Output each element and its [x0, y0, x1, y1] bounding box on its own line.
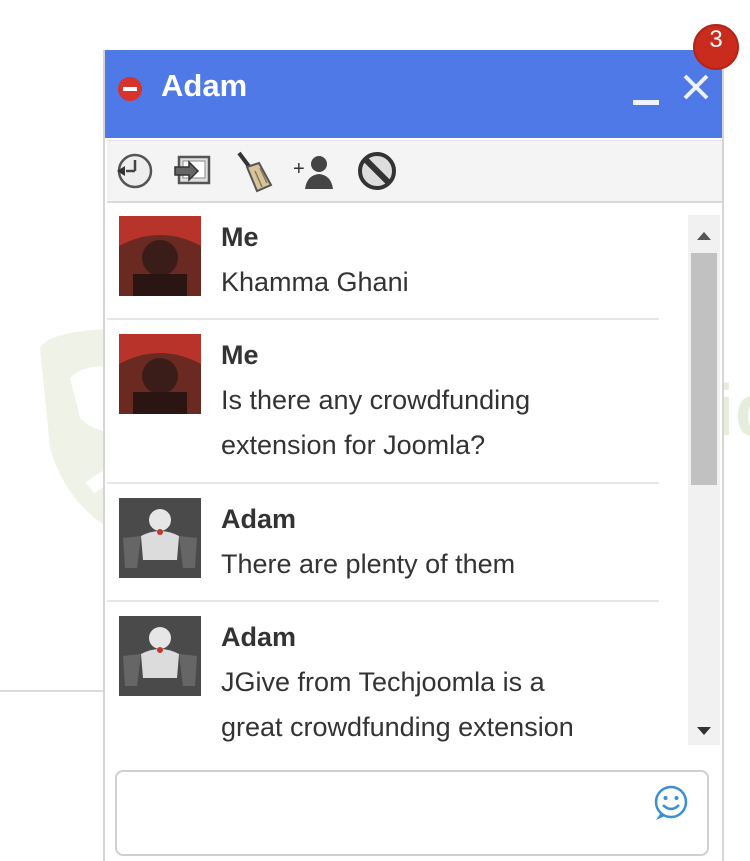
chat-title: Adam	[161, 68, 248, 103]
message-sender: Me	[221, 340, 259, 370]
page-divider	[0, 690, 104, 692]
minimize-button[interactable]	[630, 80, 660, 116]
message-item: Adam JGive from Techjoomla is a great cr…	[107, 602, 659, 747]
clear-broom-icon[interactable]	[231, 149, 275, 193]
chat-toolbar: +	[107, 140, 722, 203]
svg-text:+: +	[293, 158, 305, 180]
history-icon[interactable]	[113, 149, 157, 193]
message-input[interactable]	[125, 778, 639, 848]
contact-avatar	[119, 616, 201, 696]
my-avatar	[119, 216, 201, 296]
message-line: great crowdfunding extension	[221, 712, 574, 742]
message-line: Is there any crowdfunding	[221, 385, 531, 415]
message-item: Me Khamma Ghani	[107, 202, 659, 320]
message-text: JGive from Techjoomla is a great crowdfu…	[221, 660, 651, 747]
message-text: There are plenty of them	[221, 542, 651, 587]
unread-count-badge: 3	[693, 24, 739, 70]
message-list[interactable]: Me Khamma Ghani Me Is there any crowdfun…	[107, 202, 687, 747]
message-text: Is there any crowdfunding extension for …	[221, 378, 651, 468]
message-line: Khamma Ghani	[221, 267, 409, 297]
message-line: There are plenty of them	[221, 549, 516, 579]
message-item: Adam There are plenty of them	[107, 484, 659, 602]
message-scrollbar[interactable]	[688, 215, 720, 745]
minimize-icon	[633, 100, 659, 105]
message-sender: Adam	[221, 504, 297, 534]
message-item: Me Is there any crowdfunding extension f…	[107, 320, 659, 484]
smiley-icon[interactable]	[652, 784, 690, 822]
add-user-icon[interactable]: +	[291, 149, 335, 193]
block-icon[interactable]	[355, 149, 399, 193]
screen-share-icon[interactable]	[171, 149, 215, 193]
chat-window: Adam 3 + Me Khamma Ghani Me Is there any…	[103, 24, 739, 861]
contact-avatar	[119, 498, 201, 578]
message-composer	[115, 770, 709, 856]
chat-header[interactable]: Adam 3	[105, 24, 739, 138]
busy-status-icon	[118, 77, 142, 101]
message-sender: Adam	[221, 622, 297, 652]
message-text: Khamma Ghani	[221, 260, 651, 305]
close-icon[interactable]	[679, 70, 713, 104]
message-line: extension for Joomla?	[221, 430, 486, 460]
scroll-thumb[interactable]	[691, 253, 717, 485]
message-sender: Me	[221, 222, 259, 252]
scroll-down-arrow-icon[interactable]	[688, 720, 720, 742]
message-line: JGive from Techjoomla is a	[221, 667, 545, 697]
my-avatar	[119, 334, 201, 414]
scroll-up-arrow-icon[interactable]	[688, 225, 720, 247]
